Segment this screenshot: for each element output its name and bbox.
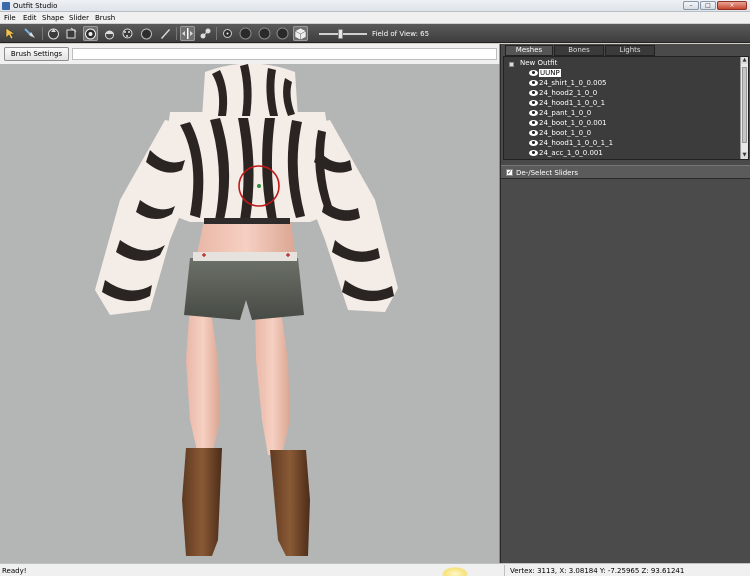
denim-shorts xyxy=(184,258,304,320)
select-tool-icon[interactable] xyxy=(3,26,18,41)
transform-tool-icon[interactable] xyxy=(23,26,38,41)
tree-item-label: UUNP xyxy=(539,69,561,77)
tab-bones[interactable]: Bones xyxy=(554,45,604,56)
brush-size-4-icon[interactable] xyxy=(275,26,290,41)
vertex-readout: Vertex: 3113, X: 3.08184 Y: -7.25965 Z: … xyxy=(510,567,685,575)
brush-size-3-icon[interactable] xyxy=(257,26,272,41)
maximize-button[interactable]: □ xyxy=(700,1,716,10)
status-divider xyxy=(504,565,505,576)
brush-cursor-center xyxy=(257,184,261,188)
field-of-view-slider-track[interactable] xyxy=(319,33,367,35)
sliders-list xyxy=(501,180,750,563)
right-panel: Meshes Bones Lights New Outfit UUNP 24_s… xyxy=(500,44,750,563)
sliders-header: ✓ De-/Select Sliders xyxy=(501,165,750,179)
menu-edit[interactable]: Edit xyxy=(23,14,37,22)
eye-icon[interactable] xyxy=(529,130,538,136)
scroll-down-icon[interactable]: ▼ xyxy=(741,152,748,159)
menu-file[interactable]: File xyxy=(4,14,16,22)
menu-shape[interactable]: Shape xyxy=(42,14,64,22)
status-bar: Ready! Vertex: 3113, X: 3.08184 Y: -7.25… xyxy=(0,563,750,576)
menu-bar: File Edit Shape Slider Brush xyxy=(0,12,750,24)
app-icon xyxy=(2,2,10,10)
connected-toggle-icon[interactable] xyxy=(198,26,213,41)
tree-collapse-toggle[interactable] xyxy=(509,62,514,67)
field-of-view-slider-thumb[interactable] xyxy=(338,29,343,39)
tree-item-mesh[interactable]: 24_pant_1_0_0 xyxy=(529,109,591,119)
tree-item-uunp[interactable]: UUNP xyxy=(529,69,561,79)
brush-size-1-icon[interactable] xyxy=(220,26,235,41)
tab-lights[interactable]: Lights xyxy=(605,45,655,56)
model-render xyxy=(95,64,398,556)
minimize-button[interactable]: – xyxy=(683,1,699,10)
tree-item-mesh[interactable]: 24_hood1_1_0_0_1 xyxy=(529,99,605,109)
mesh-tree: New Outfit UUNP 24_shirt_1_0_0.005 24_ho… xyxy=(503,56,749,160)
cube-view-icon[interactable] xyxy=(293,26,308,41)
tree-item-mesh[interactable]: 24_hood2_1_0_0 xyxy=(529,89,597,99)
left-boot xyxy=(182,448,222,556)
toolbar-separator xyxy=(176,27,177,40)
status-indicator xyxy=(442,567,468,576)
tab-meshes[interactable]: Meshes xyxy=(505,45,553,56)
eye-icon[interactable] xyxy=(529,90,538,96)
smooth-brush-icon[interactable] xyxy=(102,26,117,41)
tree-item-label: 24_hood1_1_0_0_1_1 xyxy=(539,139,614,147)
toolbar-separator xyxy=(42,27,43,40)
brush-settings-field xyxy=(72,48,497,60)
brush-size-2-icon[interactable] xyxy=(238,26,253,41)
deflate-brush-icon[interactable] xyxy=(64,26,79,41)
sliders-header-label: De-/Select Sliders xyxy=(516,169,579,177)
3d-viewport[interactable] xyxy=(0,64,500,563)
select-all-sliders-checkbox[interactable]: ✓ xyxy=(506,169,513,176)
tree-root-label[interactable]: New Outfit xyxy=(520,59,557,67)
tree-item-label: 24_hood2_1_0_0 xyxy=(539,89,598,97)
eye-icon[interactable] xyxy=(529,70,538,76)
close-button[interactable]: × xyxy=(717,1,747,10)
tree-item-mesh[interactable]: 24_hood1_1_0_0_1_1 xyxy=(529,139,613,149)
jacket-hem xyxy=(204,218,290,224)
mask-brush-icon[interactable] xyxy=(120,26,135,41)
left-leg xyxy=(186,305,220,455)
status-text: Ready! xyxy=(2,567,27,575)
menu-brush[interactable]: Brush xyxy=(95,14,115,22)
weight-brush-icon[interactable] xyxy=(158,26,173,41)
symmetry-toggle-icon[interactable] xyxy=(180,26,195,41)
tree-item-label: 24_acc_1_0_0.001 xyxy=(539,149,603,157)
title-bar: Outfit Studio – □ × xyxy=(0,0,750,12)
tree-item-label: 24_boot_1_0_0 xyxy=(539,129,592,137)
belt xyxy=(193,252,297,261)
toolbar: Field of View: 65 xyxy=(0,24,750,43)
field-of-view-label: Field of View: 65 xyxy=(372,30,430,38)
scroll-up-icon[interactable]: ▲ xyxy=(741,57,748,64)
tree-scrollbar[interactable]: ▲ ▼ xyxy=(740,57,748,159)
move-brush-icon[interactable] xyxy=(83,26,98,41)
tree-item-mesh[interactable]: 24_boot_1_0_0.001 xyxy=(529,119,607,129)
right-leg xyxy=(255,305,290,455)
eye-icon[interactable] xyxy=(529,150,538,156)
inflate-brush-icon[interactable] xyxy=(46,26,61,41)
tree-item-label: 24_shirt_1_0_0.005 xyxy=(539,79,607,87)
brush-settings-bar: Brush Settings >> xyxy=(0,44,500,70)
right-boot xyxy=(270,450,310,556)
eye-icon[interactable] xyxy=(529,120,538,126)
eye-icon[interactable] xyxy=(529,110,538,116)
tree-item-mesh[interactable]: 24_acc_1_0_0.001 xyxy=(529,149,603,159)
eye-icon[interactable] xyxy=(529,80,538,86)
scrollbar-thumb[interactable] xyxy=(742,67,747,143)
tree-item-label: 24_hood1_1_0_0_1 xyxy=(539,99,606,107)
eye-icon[interactable] xyxy=(529,100,538,106)
tree-item-label: 24_pant_1_0_0 xyxy=(539,109,592,117)
brush-settings-button[interactable]: Brush Settings >> xyxy=(4,47,69,70)
unmask-brush-icon[interactable] xyxy=(139,26,154,41)
toolbar-separator xyxy=(216,27,217,40)
window-title: Outfit Studio xyxy=(13,2,58,10)
tree-item-label: 24_boot_1_0_0.001 xyxy=(539,119,607,127)
eye-icon[interactable] xyxy=(529,140,538,146)
tree-item-mesh[interactable]: 24_boot_1_0_0 xyxy=(529,129,591,139)
menu-slider[interactable]: Slider xyxy=(69,14,89,22)
tree-item-mesh[interactable]: 24_shirt_1_0_0.005 xyxy=(529,79,607,89)
